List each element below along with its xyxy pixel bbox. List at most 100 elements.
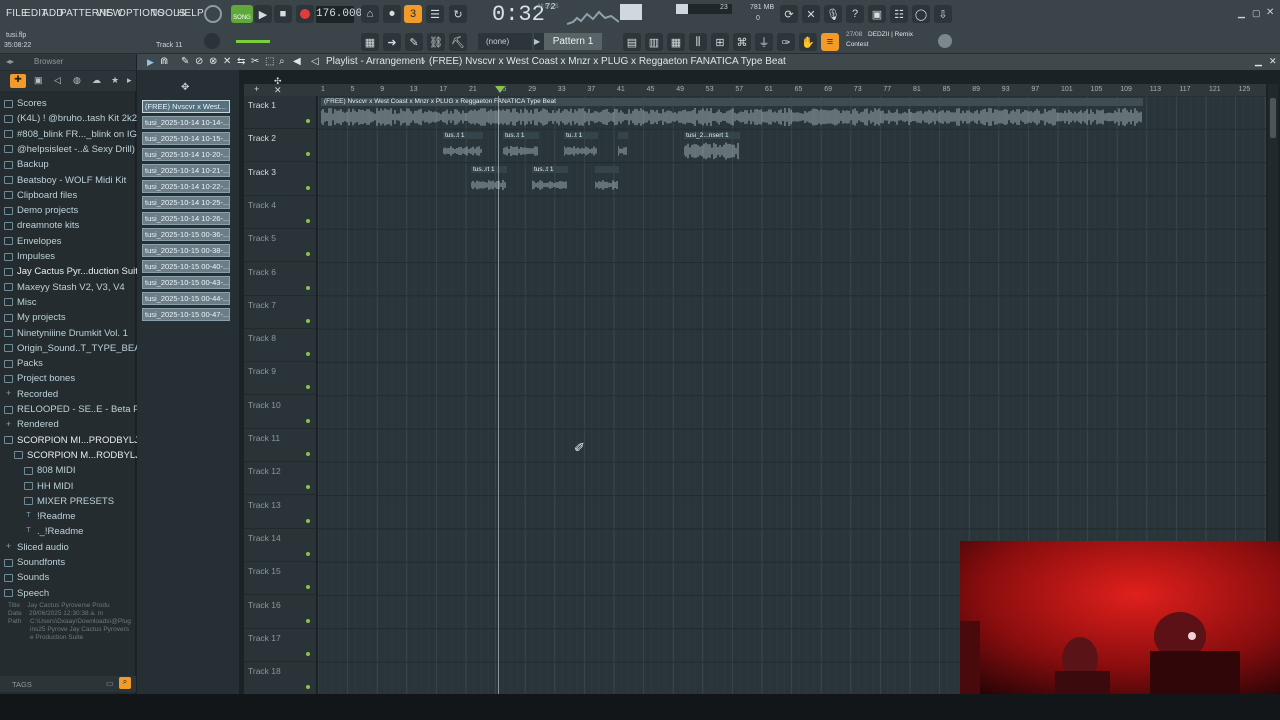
track-enable-led[interactable] [306,452,310,456]
menu-help[interactable]: HELP [177,8,204,19]
track-enable-led[interactable] [306,385,310,390]
browser-item[interactable]: (K4L) ! @bruho..tash Kit 2k24 [4,113,142,124]
track-enable-led[interactable] [306,285,310,290]
microphone-icon[interactable]: 🎙 [824,5,842,23]
browser-item[interactable]: T ._!Readme [24,526,83,537]
play-icon[interactable]: ▶ [254,5,272,23]
clip-label[interactable]: tus..t 1 [534,166,554,173]
browser-item[interactable]: Scores [4,98,47,109]
browser-item[interactable]: 808 MIDI [24,465,76,476]
pattern-select[interactable]: Pattern 1 [544,33,602,50]
piano-roll-icon[interactable]: ▦ [361,33,379,51]
pattern-item[interactable]: tusi_2025-10-14 10-20-... [142,148,230,161]
browser-item[interactable]: MIXER PRESETS [24,496,114,507]
track-enable-led[interactable] [306,618,310,623]
track-enable-led[interactable] [306,119,310,123]
browser-item[interactable]: Envelopes [4,236,61,247]
track-header[interactable]: Track 10 [244,396,316,429]
news-circle-icon[interactable] [938,34,952,48]
pattern-item[interactable]: tusi_2025-10-14 10-25-... [142,196,230,209]
playlist-close-icon[interactable]: ✕ [1269,56,1277,67]
clip-label[interactable]: tusi_2...nsert 1 [686,132,729,139]
chat-icon[interactable]: ◯ [912,5,930,23]
save-icon[interactable]: ▣ [868,5,886,23]
pattern-item[interactable]: tusi_2025-10-14 10-22-... [142,180,230,193]
track-enable-led[interactable] [306,551,310,556]
browser-files-icon[interactable]: ▣ [34,75,43,86]
browser-item[interactable]: #808_blink FR..._blink on IG) [4,129,140,140]
pattern-item[interactable]: (FREE) Nvscvr x West... [142,100,230,113]
playback-tool-icon[interactable]: ◀ [293,56,301,67]
browser-speaker-icon[interactable]: ◁ [54,75,61,86]
speaker-icon[interactable]: ◁ [311,56,319,67]
track-enable-led[interactable] [306,252,310,257]
track-enable-led[interactable] [306,585,310,590]
step-edit-icon[interactable]: ☰ [426,5,444,23]
browser-item[interactable]: Beatsboy - WOLF Midi Kit [4,175,126,186]
clip-header[interactable] [618,132,628,139]
playlist-icon[interactable]: ▤ [623,33,641,51]
browser-item[interactable]: + Sliced audio [4,542,69,553]
browser-pin-icon[interactable]: ▸ [127,75,132,86]
clip-header[interactable] [595,166,619,173]
track-enable-led[interactable] [306,218,310,223]
mixer-icon[interactable]: ☷ [890,5,908,23]
select-tool-icon[interactable]: ⬚ [265,56,274,67]
browser-item[interactable]: Ninetyniiine Drumkit Vol. 1 [4,328,128,339]
browser-item[interactable]: RELOOPED - SE..E - Beta Pack [4,404,154,415]
track-enable-led[interactable] [306,485,310,490]
metronome-icon[interactable]: ⌂ [361,5,379,23]
snap-select[interactable]: (none) [478,33,532,50]
clip-label[interactable]: tus..t 1 [445,132,465,139]
pattern-prev-icon[interactable]: ▶ [534,33,544,50]
browser-item[interactable]: Demo projects [4,205,78,216]
picker-move-icon[interactable]: ✥ [181,82,189,93]
browser-item[interactable]: Jay Cactus Pyr...duction Suite [4,266,143,277]
news-title[interactable]: DEDZII | Remix [868,31,913,38]
track-header[interactable]: Track 6 [244,263,316,296]
track-enable-led[interactable] [306,152,310,157]
magnet-icon[interactable]: ⋒ [160,56,168,67]
track-enable-led[interactable] [306,518,310,523]
plug-icon[interactable]: ⏚ [755,33,773,51]
track-header[interactable]: Track 3 [244,163,316,196]
browser-item[interactable]: Misc [4,297,37,308]
help-icon[interactable]: ? [846,5,864,23]
browser-item[interactable]: dreamnote kits [4,220,79,231]
track-header[interactable]: Track 9 [244,362,316,396]
download-icon[interactable]: ⇩ [934,5,952,23]
pattern-item[interactable]: tusi_2025-10-15 00-40-... [142,260,230,273]
browser-arrows-icon[interactable]: ◂▸ [6,57,14,66]
track-header[interactable]: Track 12 [244,462,316,496]
plugin-icon[interactable]: ⌘ [733,33,751,51]
news-subtitle[interactable]: Contest [846,41,868,48]
add-track-icon[interactable]: + [254,84,259,94]
news-icon[interactable]: ≡ [821,33,839,51]
pattern-item[interactable]: tusi_2025-10-15 00-36-... [142,228,230,241]
song-mode-toggle[interactable]: SONG [231,5,253,23]
browser-plugin-icon[interactable]: ◍ [73,75,81,86]
browser-item[interactable]: Speech [4,588,49,599]
browser-item[interactable]: Packs [4,358,43,369]
paint-tool-icon[interactable]: ⊘ [195,56,203,67]
browser-item[interactable]: Origin_Sound..T_TYPE_BEATS [4,343,152,354]
track-header[interactable]: Track 7 [244,296,316,329]
track-header[interactable]: Track 15 [244,562,316,596]
browser-item[interactable]: SCORPION M...RODBYLJS [14,450,146,461]
mixer-view-icon[interactable]: ⫼ [689,33,707,51]
mic-icon[interactable]: ✑ [777,33,795,51]
track-header[interactable]: Track 16 [244,596,316,629]
channel-rack-icon[interactable]: ▥ [645,33,663,51]
playhead-marker-icon[interactable] [495,86,505,93]
search-icon[interactable]: ⌕ [119,677,131,689]
mute-tool-icon[interactable]: ✕ [223,56,231,67]
delete-tool-icon[interactable]: ⊗ [209,56,217,67]
wait-input-icon[interactable]: ⏺ [383,5,401,23]
track-header[interactable]: Track 14 [244,529,316,562]
stamp-icon[interactable]: ⛏ [449,33,467,51]
folder-icon[interactable]: ▭ [106,679,114,688]
browser-item[interactable]: SCORPION MI...PRODBYLJS [4,435,145,446]
pattern-item[interactable]: tusi_2025-10-14 10-26-... [142,212,230,225]
playlist-minimize-icon[interactable]: ▁ [1255,56,1262,67]
track-header[interactable]: Track 18 [244,662,316,696]
